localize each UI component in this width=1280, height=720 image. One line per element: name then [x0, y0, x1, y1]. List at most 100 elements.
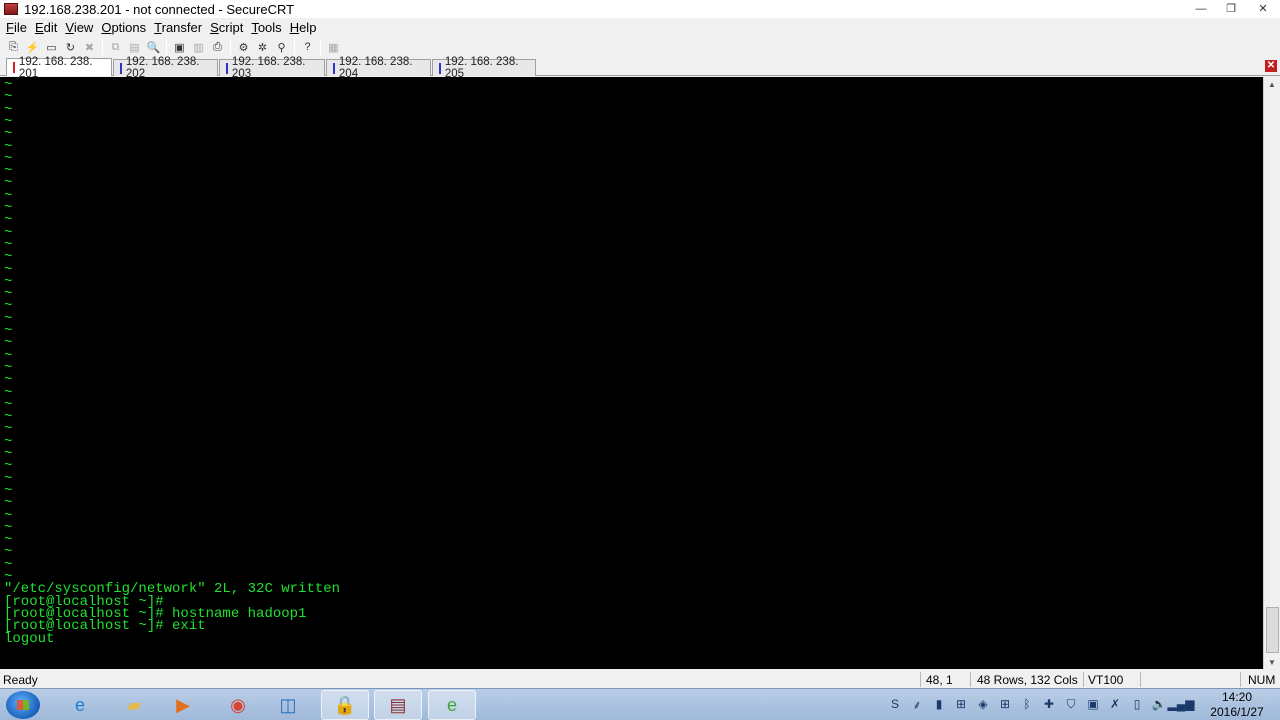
media-player-icon[interactable]: ▶ — [159, 690, 207, 720]
status-ready: Ready — [3, 673, 38, 687]
close-tab-icon[interactable]: ✕ — [1265, 60, 1277, 72]
menu-mnemonic: V — [65, 19, 74, 35]
minimize-button[interactable]: — — [1186, 0, 1216, 17]
toolbar: ⎘ ⚡ ▭ ↻ ✖ ⧉ ▤ 🔍 ▣ ▥ ⎙ ⚙ ✲ ⚲? ▦ — [0, 37, 1280, 57]
bluetooth-icon[interactable]: ᛒ — [1016, 695, 1038, 713]
status-divider — [1140, 672, 1141, 687]
update-icon[interactable]: ✚ — [1038, 695, 1060, 713]
status-terminal-size: 48 Rows, 132 Cols — [977, 673, 1078, 687]
menu-transfer[interactable]: Transfer — [150, 20, 206, 35]
session-tab[interactable]: 192. 168. 238. 203 — [219, 56, 325, 80]
chrome-icon[interactable]: ◉ — [214, 690, 262, 720]
signal-icon[interactable]: ▂▄▆ — [1168, 695, 1195, 713]
display-icon[interactable]: ▣ — [1082, 695, 1104, 713]
title-bar[interactable]: 192.168.238.201 - not connected - Secure… — [0, 0, 1280, 18]
terminal-line: logout — [4, 630, 55, 647]
menu-label: ools — [257, 19, 282, 35]
toolbar-separator — [166, 39, 167, 55]
menu-script[interactable]: Script — [206, 20, 247, 35]
scroll-up-icon[interactable]: ▲ — [1264, 77, 1280, 91]
terminal-scrollbar[interactable]: ▲ ▼ — [1263, 77, 1280, 669]
reconnect-icon[interactable]: ↻ — [61, 38, 80, 56]
taskbar-clock[interactable]: 14:20 2016/1/27 — [1200, 690, 1274, 720]
menu-bar: File Edit View Options Transfer Script Tools He… — [0, 18, 1280, 36]
menu-label: ile — [13, 19, 27, 35]
network-drive-icon[interactable]: ⊞ — [950, 695, 972, 713]
tray-menu-icon[interactable]: ⸙ — [906, 695, 928, 713]
global-options-icon[interactable]: ✲ — [253, 38, 272, 56]
copy-icon: ⧉ — [111, 40, 120, 53]
menu-options[interactable]: Options — [97, 20, 150, 35]
toolbar-separator — [294, 39, 295, 55]
security-shield-icon[interactable]: ◈ — [972, 695, 994, 713]
print-setup-icon[interactable]: ▣ — [170, 38, 189, 56]
tab-label: 192. 168. 238. 201 — [18, 55, 93, 80]
menu-mnemonic: H — [289, 19, 300, 35]
close-button[interactable]: ✕ — [1246, 0, 1280, 17]
status-bar: Ready 48, 1 48 Rows, 132 Cols VT100 NUM — [0, 671, 1280, 688]
session-tab-bar: ✕ 192. 168. 238. 201 192. 168. 238. 202 19… — [0, 56, 1280, 80]
toolbar-separator — [230, 39, 231, 55]
tray-app-icon[interactable]: ▮ — [928, 695, 950, 713]
session-tab[interactable]: 192. 168. 238. 202 — [113, 56, 218, 80]
print-icon[interactable]: ⎙ — [208, 38, 227, 56]
status-divider — [920, 672, 921, 687]
windows-icon[interactable]: ⊞ — [994, 695, 1016, 713]
help-icon[interactable]: ? — [298, 38, 317, 56]
securecrt-app-icon[interactable] — [4, 3, 18, 15]
status-divider — [1083, 672, 1084, 687]
scroll-thumb[interactable] — [1266, 607, 1279, 653]
menu-label: iew — [73, 19, 94, 35]
system-tray: S ⸙ ▮ ⊞ ◈ ⊞ ᛒ ✚ ⛉ ▣ ✗ ▯ 🔈 ▂▄▆ — [884, 695, 1195, 713]
tab-status-marker — [120, 62, 122, 74]
menu-view[interactable]: View — [61, 20, 97, 35]
menu-label: dit — [43, 19, 58, 35]
restore-button[interactable]: ❐ — [1216, 0, 1246, 17]
quick-connect-icon[interactable]: ⚡ — [23, 38, 42, 56]
window-controls: — ❐ ✕ — [1186, 0, 1280, 18]
keymap-icon[interactable]: ⚲ — [272, 38, 291, 56]
outlook-icon[interactable]: ◫ — [264, 690, 312, 720]
tab-status-marker — [226, 62, 228, 74]
windows-taskbar: S ⸙ ▮ ⊞ ◈ ⊞ ᛒ ✚ ⛉ ▣ ✗ ▯ 🔈 ▂▄▆ 14:20 2016/1/27 e ▰ ▶ ◉ ◫ 🔒 ▤… — [0, 688, 1280, 720]
menu-mnemonic: O — [101, 19, 112, 35]
session-tab[interactable]: 192. 168. 238. 201 — [6, 56, 112, 80]
securecrt-icon[interactable]: 🔒 — [321, 690, 369, 720]
menu-mnemonic: E — [34, 19, 44, 35]
internet-explorer-icon[interactable]: e — [56, 690, 104, 720]
menu-label: cript — [218, 19, 244, 35]
tab-status-marker — [439, 62, 441, 74]
file-explorer-icon[interactable]: ▰ — [110, 690, 158, 720]
no-network-icon[interactable]: ✗ — [1104, 695, 1126, 713]
menu-label: elp — [299, 19, 317, 35]
menu-mnemonic: S — [210, 19, 219, 35]
sogou-input-icon[interactable]: S — [884, 695, 906, 713]
status-num-lock: NUM — [1248, 673, 1276, 687]
securefx-icon[interactable]: ▤ — [374, 690, 422, 720]
status-divider — [970, 672, 971, 687]
session-tab[interactable]: 192. 168. 238. 204 — [326, 56, 431, 80]
menu-help[interactable]: Help — [286, 20, 321, 35]
connect-in-tab-icon[interactable]: ▭ — [42, 38, 61, 56]
print-screen-icon: ▥ — [193, 41, 204, 54]
clock-date: 2016/1/27 — [1210, 705, 1264, 719]
toolbar-separator — [320, 39, 321, 55]
status-divider — [1240, 672, 1241, 687]
connect-icon[interactable]: ⎘ — [4, 38, 23, 56]
device-icon[interactable]: ▯ — [1126, 695, 1148, 713]
sftp-icon: ▦ — [328, 41, 339, 54]
find-icon[interactable]: 🔍 — [144, 38, 163, 56]
terminal-output[interactable]: ~ ~ ~ ~ ~ ~ ~ ~ ~ ~ ~ ~ ~ ~ ~ ~ ~ ~ ~ ~ ~ ~ ~ ~ ~ ~ ~ ~ ~ ~ ~ ~ ~ ~ ~ ~ ~ ~ ~ ~… — [0, 77, 1263, 669]
menu-tools[interactable]: Tools — [247, 20, 285, 35]
tab-status-marker — [13, 62, 15, 73]
session-options-icon[interactable]: ⚙ — [234, 38, 253, 56]
session-tab[interactable]: 192. 168. 238. 205 — [432, 56, 536, 80]
menu-mnemonic: T — [154, 19, 162, 35]
start-button[interactable] — [6, 691, 40, 719]
browser-360-icon[interactable]: e — [428, 690, 476, 720]
menu-file[interactable]: File — [2, 20, 31, 35]
toolbar-separator — [102, 39, 103, 55]
antivirus-icon[interactable]: ⛉ — [1060, 695, 1082, 713]
menu-edit[interactable]: Edit — [31, 20, 61, 35]
scroll-down-icon[interactable]: ▼ — [1264, 655, 1280, 669]
